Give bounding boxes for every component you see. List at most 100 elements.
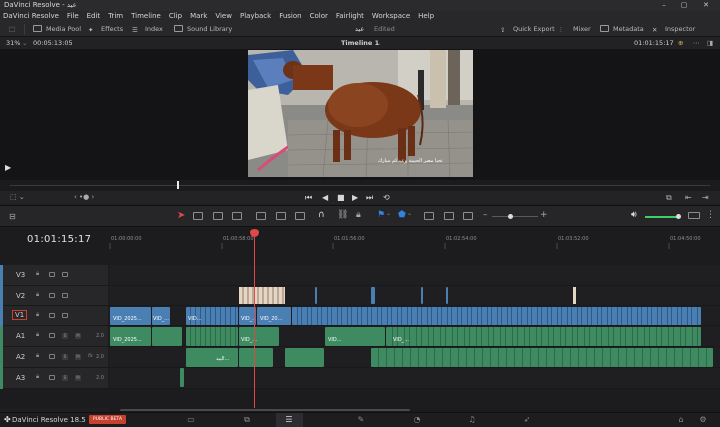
track-lock-icon[interactable]: 🔒︎ (36, 291, 39, 299)
marker-dropdown-icon[interactable]: ⌄ (407, 210, 412, 217)
layout-icon[interactable]: ⬚ (9, 22, 15, 37)
menu-workspace[interactable]: Workspace (372, 11, 410, 22)
quick-export-button[interactable]: ⇪ Quick Export (500, 22, 555, 37)
track-lock-icon[interactable]: 🔒︎ (36, 352, 39, 360)
track-auto-select-icon[interactable] (49, 293, 55, 298)
menu-view[interactable]: View (215, 11, 232, 22)
clip-a2[interactable] (285, 348, 324, 367)
track-header-v1[interactable]: V1 🔒︎ (0, 306, 108, 326)
track-auto-select-icon[interactable] (49, 313, 55, 318)
clip-a2[interactable] (239, 348, 273, 367)
prev-edit-icon[interactable]: ⇤ (685, 193, 692, 202)
track-enable-icon[interactable] (62, 272, 68, 277)
media-page-icon[interactable]: ▭ (186, 415, 196, 424)
track-fx-label[interactable]: fx (88, 353, 93, 359)
track-lock-icon[interactable]: 🔒︎ (36, 331, 39, 339)
clip-v1[interactable]: VID_20... (257, 307, 291, 325)
solo-button[interactable]: S (62, 333, 68, 339)
menu-trim[interactable]: Trim (108, 11, 123, 22)
timeline-view-options-icon[interactable]: ⊟ (9, 212, 16, 221)
timeline-timecode[interactable]: 01:01:15:17 (27, 234, 91, 245)
track-lock-icon[interactable]: 🔒︎ (36, 373, 39, 381)
index-button[interactable]: ☰ Index (132, 22, 163, 37)
volume-icon[interactable]: 🔊︎ (631, 210, 637, 220)
track-header-a1[interactable]: A1 🔒︎ S M 2.0 (0, 326, 108, 347)
timeline-dropdown-icon[interactable]: ⌄ (376, 37, 381, 49)
replace-clip-icon[interactable] (295, 212, 305, 220)
position-lock-icon[interactable]: 🔒︎ (356, 210, 361, 220)
inspector-button[interactable]: ✕ Inspector (652, 22, 695, 37)
menu-help[interactable]: Help (418, 11, 434, 22)
loop-icon[interactable]: ⟲ (383, 193, 390, 202)
track-lock-icon[interactable]: 🔒︎ (36, 270, 39, 278)
snapping-icon[interactable]: ∩ (318, 210, 325, 220)
scrubber-handle[interactable] (177, 181, 179, 189)
maximize-button[interactable]: ▢ (675, 0, 693, 11)
blade-tool-icon[interactable] (232, 212, 242, 220)
clip-a1[interactable]: VID_... (239, 327, 279, 346)
custom-zoom-icon[interactable] (463, 212, 473, 220)
menu-color[interactable]: Color (310, 11, 328, 22)
dynamic-trim-icon[interactable] (213, 212, 223, 220)
track-auto-select-icon[interactable] (49, 333, 55, 338)
menu-clip[interactable]: Clip (169, 11, 182, 22)
track-header-v3[interactable]: V3 🔒︎ (0, 265, 108, 286)
clip-a2[interactable]: البيد... (186, 348, 238, 367)
linked-selection-icon[interactable]: ⛓ (337, 210, 348, 220)
trim-tool-icon[interactable] (193, 212, 203, 220)
flag-icon[interactable]: ⚑ (377, 210, 385, 220)
clip-v2[interactable] (446, 287, 448, 304)
go-to-start-icon[interactable]: ⏮ (305, 193, 312, 203)
menu-fusion[interactable]: Fusion (279, 11, 301, 22)
clip-a3[interactable] (180, 368, 184, 387)
track-header-v2[interactable]: V2 🔒︎ (0, 286, 108, 306)
viewer-play-indicator-icon[interactable]: ▶ (5, 163, 11, 172)
clip-v2[interactable] (239, 287, 285, 304)
sound-library-button[interactable]: Sound Library (174, 22, 232, 37)
clip-v1-sequence[interactable] (292, 307, 701, 325)
track-auto-select-icon[interactable] (49, 375, 55, 380)
jog-control[interactable]: ‹ •● › (74, 193, 94, 201)
clip-v2[interactable] (315, 287, 317, 304)
clip-a2-sequence[interactable] (371, 348, 713, 367)
play-reverse-icon[interactable]: ◀ (322, 193, 328, 202)
clip-v1[interactable]: VID_... (152, 307, 170, 325)
clip-a1[interactable] (152, 327, 182, 346)
view-options-icon[interactable]: ⬚ ⌄ (10, 193, 25, 201)
insert-clip-icon[interactable] (256, 212, 266, 220)
audio-meter-icon[interactable] (688, 212, 700, 219)
track-lock-icon[interactable]: 🔒︎ (36, 311, 39, 319)
home-icon[interactable]: ⌂ (676, 415, 686, 424)
menu-file[interactable]: File (67, 11, 79, 22)
fairlight-page-icon[interactable]: ♫ (467, 415, 477, 424)
track-lane-v3[interactable] (109, 265, 720, 286)
next-edit-icon[interactable]: ⇥ (702, 193, 709, 202)
zoom-dropdown-icon[interactable]: ⌄ (22, 37, 27, 49)
menu-timeline[interactable]: Timeline (131, 11, 161, 22)
solo-button[interactable]: S (62, 354, 68, 360)
edit-page-icon[interactable]: ☰ (284, 415, 294, 424)
zoom-in-icon[interactable]: + (540, 210, 548, 220)
settings-icon[interactable]: ⚙ (698, 415, 708, 424)
clip-v1[interactable]: VID_2025... (110, 307, 151, 325)
clip-v2[interactable] (371, 287, 375, 304)
mute-button[interactable]: M (75, 354, 81, 360)
zoom-level[interactable]: 31% (6, 37, 20, 49)
playhead-line[interactable] (254, 232, 255, 408)
track-enable-icon[interactable] (62, 293, 68, 298)
track-auto-select-icon[interactable] (49, 272, 55, 277)
menu-mark[interactable]: Mark (190, 11, 207, 22)
clip-v1[interactable]: VID... (186, 307, 238, 325)
clip-a1[interactable]: VID... (325, 327, 385, 346)
solo-button[interactable]: S (62, 375, 68, 381)
clip-a1[interactable]: VID_2025... (110, 327, 151, 346)
close-button[interactable]: ✕ (697, 0, 715, 11)
zoom-slider-handle[interactable] (508, 214, 513, 219)
zoom-slider-track[interactable] (492, 216, 538, 217)
color-page-icon[interactable]: ◔ (412, 415, 422, 424)
deliver-page-icon[interactable]: ➶ (522, 415, 532, 424)
zoom-out-icon[interactable]: – (483, 210, 488, 220)
flag-dropdown-icon[interactable]: ⌄ (386, 210, 391, 217)
menu-fairlight[interactable]: Fairlight (336, 11, 364, 22)
play-icon[interactable]: ▶ (352, 193, 358, 202)
